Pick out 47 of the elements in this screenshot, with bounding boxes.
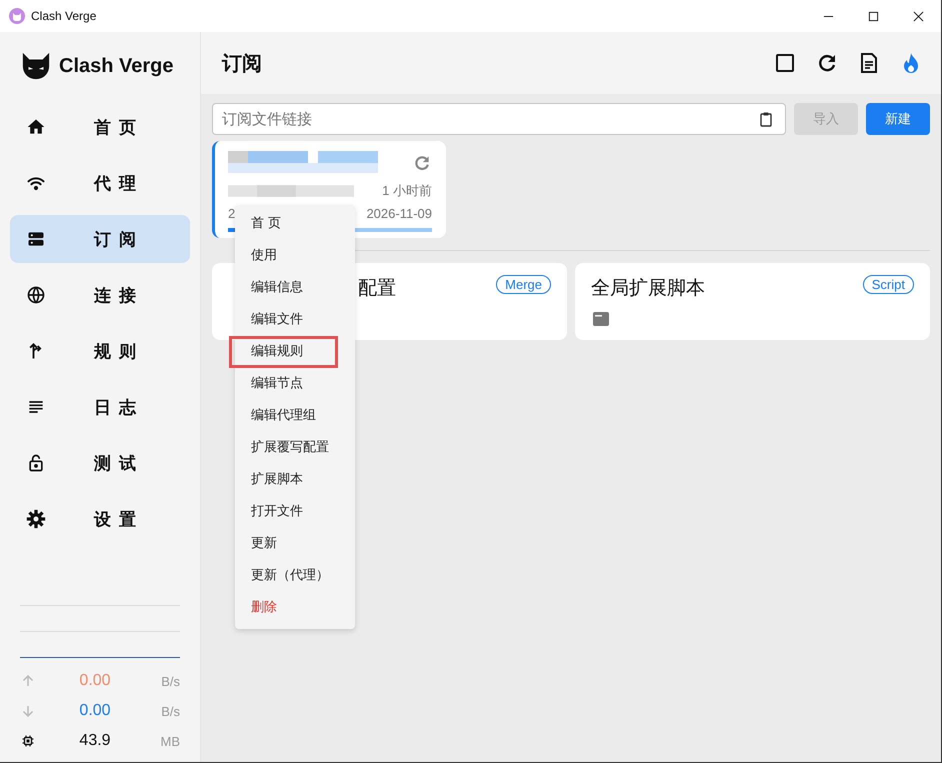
- nav-item[interactable]: 测 试: [10, 439, 190, 487]
- settings-icon: [26, 509, 46, 529]
- menu-item[interactable]: 编辑节点: [235, 368, 355, 400]
- cat-logo-icon: [21, 51, 51, 81]
- expire-date: 2026-11-09: [366, 206, 432, 222]
- square-icon[interactable]: [773, 51, 797, 75]
- card-title: 全局扩展脚本: [591, 276, 705, 301]
- traffic-value: 0.00: [78, 702, 112, 720]
- menu-item[interactable]: 扩展覆写配置: [235, 432, 355, 464]
- memory-chip-icon: [22, 735, 34, 747]
- traffic-value: 0.00: [78, 672, 112, 690]
- updated-time: 1 小时前: [382, 182, 432, 200]
- app-icon: [9, 8, 25, 24]
- nav-item[interactable]: 日 志: [10, 383, 190, 431]
- traffic-unit: MB: [160, 734, 180, 748]
- nav-item[interactable]: 连 接: [10, 271, 190, 319]
- menu-item[interactable]: 编辑代理组: [235, 400, 355, 432]
- menu-item[interactable]: 编辑文件: [235, 304, 355, 336]
- card-title: 配置: [358, 276, 396, 301]
- menu-item[interactable]: 打开文件: [235, 496, 355, 528]
- nav-item[interactable]: 设 置: [10, 495, 190, 543]
- menu-item[interactable]: 编辑信息: [235, 272, 355, 304]
- date-text: 2: [228, 206, 236, 222]
- traffic-unit: B/s: [160, 704, 180, 718]
- download-arrow-icon: [22, 705, 34, 717]
- type-tag: Merge: [496, 275, 551, 294]
- type-tag: Script: [862, 275, 914, 294]
- app-logo-text: Clash Verge: [59, 54, 174, 78]
- menu-item[interactable]: 更新（代理）: [235, 560, 355, 592]
- nav-item[interactable]: 代 理: [10, 159, 190, 207]
- clipboard-icon[interactable]: [758, 111, 774, 127]
- toolbar-button[interactable]: 新建: [866, 103, 930, 135]
- url-field[interactable]: 订阅文件链接: [212, 103, 786, 135]
- menu-item[interactable]: 删除: [235, 592, 355, 624]
- page-title: 订阅: [222, 50, 262, 76]
- nav-item[interactable]: 规 则: [10, 327, 190, 375]
- globe-icon: [26, 285, 46, 305]
- nav-item[interactable]: 订 阅: [10, 215, 190, 263]
- traffic-value: 43.9: [78, 732, 112, 750]
- upload-arrow-icon: [22, 675, 34, 687]
- menu-item[interactable]: 扩展脚本: [235, 464, 355, 496]
- traffic-unit: B/s: [160, 674, 180, 688]
- window-title: Clash Verge: [31, 9, 96, 23]
- config-card[interactable]: 全局扩展脚本 Script: [575, 263, 930, 340]
- menu-item[interactable]: 更新: [235, 528, 355, 560]
- menu-item[interactable]: 首 页: [235, 208, 355, 240]
- nav-item[interactable]: 首 页: [10, 103, 190, 151]
